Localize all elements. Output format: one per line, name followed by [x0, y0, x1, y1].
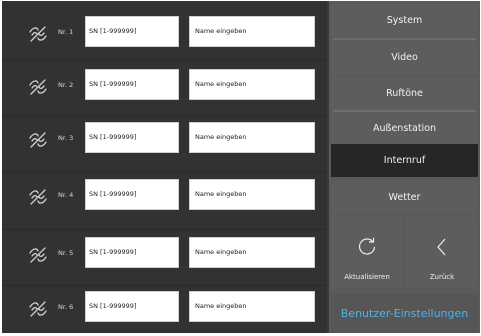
device-number: Nr. 4 — [58, 191, 74, 199]
serial-number-field[interactable]: SN [1-999999] — [85, 16, 179, 47]
menu-separator — [333, 38, 476, 40]
device-row-5: Nr. 5 SN [1-999999] Name eingeben — [2, 230, 327, 282]
disconnected-link-icon — [29, 26, 47, 42]
device-list: Nr. 1 SN [1-999999] Name eingeben Nr. 2 … — [2, 1, 327, 333]
menu-ruftone-button[interactable]: Ruftöne — [331, 77, 478, 110]
settings-menu: System Video Ruftöne Außenstation Intern… — [329, 1, 480, 333]
name-field[interactable]: Name eingeben — [189, 179, 315, 210]
device-row-6: Nr. 6 SN [1-999999] Name eingeben — [2, 284, 327, 336]
menu-wetter-button[interactable]: Wetter — [331, 181, 478, 214]
menu-aussenstation-button[interactable]: Außenstation — [331, 112, 478, 145]
name-field[interactable]: Name eingeben — [189, 291, 315, 322]
name-field[interactable]: Name eingeben — [189, 69, 315, 100]
device-number: Nr. 5 — [58, 249, 74, 257]
device-number: Nr. 2 — [58, 81, 74, 89]
name-field[interactable]: Name eingeben — [189, 237, 315, 268]
name-field[interactable]: Name eingeben — [189, 16, 315, 47]
device-row-4: Nr. 4 SN [1-999999] Name eingeben — [2, 172, 327, 224]
menu-internruf-button[interactable]: Internruf — [331, 144, 478, 177]
device-row-1: Nr. 1 SN [1-999999] Name eingeben — [2, 9, 327, 61]
back-label: Zurück — [429, 273, 455, 281]
disconnected-link-icon — [29, 247, 47, 263]
disconnected-link-icon — [29, 132, 47, 148]
disconnected-link-icon — [29, 79, 47, 95]
device-number: Nr. 1 — [58, 28, 74, 36]
refresh-icon — [358, 237, 376, 255]
serial-number-field[interactable]: SN [1-999999] — [85, 122, 179, 153]
device-number: Nr. 3 — [58, 134, 74, 142]
name-field[interactable]: Name eingeben — [189, 122, 315, 153]
refresh-button[interactable]: Aktualisieren — [331, 217, 403, 287]
serial-number-field[interactable]: SN [1-999999] — [85, 69, 179, 100]
disconnected-link-icon — [29, 301, 47, 317]
refresh-label: Aktualisieren — [344, 273, 390, 281]
disconnected-link-icon — [29, 189, 47, 205]
chevron-left-icon — [437, 238, 446, 256]
serial-number-field[interactable]: SN [1-999999] — [85, 291, 179, 322]
device-row-2: Nr. 2 SN [1-999999] Name eingeben — [2, 62, 327, 114]
row-divider — [2, 60, 327, 61]
screen: Nr. 1 SN [1-999999] Name eingeben Nr. 2 … — [2, 1, 480, 333]
back-button[interactable]: Zurück — [406, 217, 478, 287]
menu-video-button[interactable]: Video — [331, 41, 478, 74]
serial-number-field[interactable]: SN [1-999999] — [85, 237, 179, 268]
device-row-3: Nr. 3 SN [1-999999] Name eingeben — [2, 115, 327, 167]
user-settings-button[interactable]: Benutzer-Einstellungen — [331, 294, 478, 333]
menu-system-button[interactable]: System — [331, 4, 478, 37]
device-number: Nr. 6 — [58, 303, 74, 311]
serial-number-field[interactable]: SN [1-999999] — [85, 179, 179, 210]
